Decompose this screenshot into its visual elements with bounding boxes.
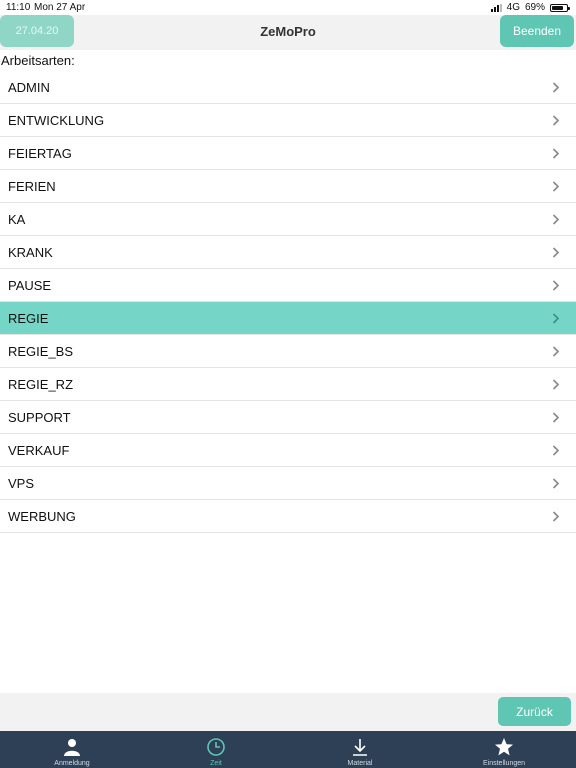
list-item[interactable]: SUPPORT: [0, 401, 576, 434]
list-item-label: FERIEN: [8, 178, 56, 194]
list-item[interactable]: PAUSE: [0, 269, 576, 302]
work-type-list: ADMIN ENTWICKLUNG FEIERTAG FERIEN KA KRANK PAU…: [0, 71, 576, 533]
page-title: ZeMoPro: [260, 24, 316, 39]
list-item-label: ADMIN: [8, 79, 50, 95]
list-item[interactable]: KRANK: [0, 236, 576, 269]
chevron-right-icon: [552, 181, 560, 192]
download-icon: [350, 737, 370, 757]
list-item-label: VPS: [8, 475, 35, 491]
status-indicators: 4G 69%: [490, 2, 570, 13]
list-item[interactable]: FERIEN: [0, 170, 576, 203]
list-item-label: KRANK: [8, 244, 53, 260]
tab-zeit[interactable]: Zeit: [144, 731, 288, 768]
list-item[interactable]: REGIE_BS: [0, 335, 576, 368]
signal-icon: [490, 3, 502, 12]
chevron-right-icon: [552, 247, 560, 258]
tab-einstellungen[interactable]: Einstellungen: [432, 731, 576, 768]
tab-label: Zeit: [210, 760, 222, 767]
chevron-right-icon: [552, 478, 560, 489]
battery-percent: 69%: [524, 2, 545, 13]
list-item-label: REGIE: [8, 310, 49, 326]
star-icon: [494, 737, 514, 757]
tab-anmeldung[interactable]: Anmeldung: [0, 731, 144, 768]
chevron-right-icon: [552, 115, 560, 126]
list-item-label: VERKAUF: [8, 442, 70, 458]
person-icon: [62, 737, 82, 757]
chevron-right-icon: [552, 148, 560, 159]
chevron-right-icon: [552, 412, 560, 423]
list-item-label: KA: [8, 211, 26, 227]
list-item-label: ENTWICKLUNG: [8, 112, 105, 128]
list-item-label: PAUSE: [8, 277, 52, 293]
tab-label: Einstellungen: [482, 760, 526, 767]
status-date: Mon 27 Apr: [34, 2, 86, 13]
status-time: 11:10: [6, 2, 31, 13]
list-item[interactable]: VPS: [0, 467, 576, 500]
end-button[interactable]: Beenden: [500, 15, 574, 47]
list-item[interactable]: VERKAUF: [0, 434, 576, 467]
list-item-label: SUPPORT: [8, 409, 71, 425]
status-bar: 11:10 Mon 27 Apr 4G 69%: [0, 0, 576, 15]
chevron-right-icon: [552, 511, 560, 522]
list-item-label: REGIE_RZ: [8, 376, 74, 392]
chevron-right-icon: [552, 379, 560, 390]
list-item[interactable]: ENTWICKLUNG: [0, 104, 576, 137]
list-item[interactable]: ADMIN: [0, 71, 576, 104]
tab-bar: Anmeldung Zeit Material Einstellungen: [0, 731, 576, 768]
tab-label: Material: [347, 760, 373, 767]
list-item-label: FEIERTAG: [8, 145, 72, 161]
chevron-right-icon: [552, 313, 560, 324]
list-item[interactable]: FEIERTAG: [0, 137, 576, 170]
navigation-bar: 27.04.20 ZeMoPro Beenden: [0, 15, 576, 50]
battery-icon: [550, 3, 570, 12]
tab-material[interactable]: Material: [288, 731, 432, 768]
section-label: Arbeitsarten:: [1, 53, 75, 68]
chevron-right-icon: [552, 445, 560, 456]
list-item-label: REGIE_BS: [8, 343, 74, 359]
clock-icon: [206, 737, 226, 757]
list-item[interactable]: REGIE_RZ: [0, 368, 576, 401]
chevron-right-icon: [552, 82, 560, 93]
list-item[interactable]: KA: [0, 203, 576, 236]
list-item-label: WERBUNG: [8, 508, 76, 524]
tab-label: Anmeldung: [54, 760, 90, 767]
list-item[interactable]: WERBUNG: [0, 500, 576, 533]
network-type: 4G: [506, 2, 520, 13]
chevron-right-icon: [552, 214, 560, 225]
back-button[interactable]: Zurück: [498, 697, 571, 726]
bottom-toolbar: Zurück: [0, 693, 576, 731]
chevron-right-icon: [552, 280, 560, 291]
list-item[interactable]: REGIE: [0, 302, 576, 335]
chevron-right-icon: [552, 346, 560, 357]
